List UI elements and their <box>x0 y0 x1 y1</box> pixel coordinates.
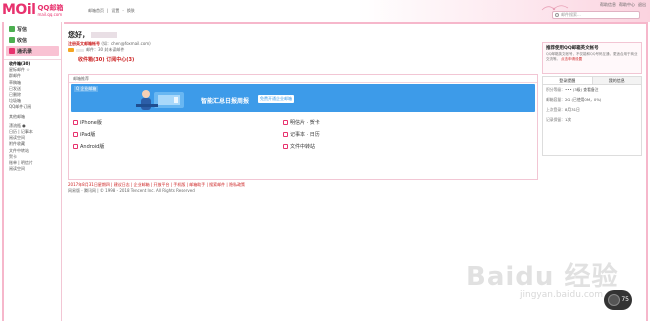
user-name-redacted <box>91 32 117 38</box>
inbox-icon <box>9 37 15 43</box>
folder-icon <box>283 144 288 149</box>
qq-mail-window: MOil QQ邮箱 mail.qq.com 邮箱首页 | 设置 - 换肤 帮助信… <box>0 0 650 321</box>
contacts-icon <box>9 48 15 54</box>
ipad-icon <box>73 132 78 137</box>
speed-icon <box>608 294 620 306</box>
banner-cta-button[interactable]: 免费开通企业邮箱 <box>258 95 294 103</box>
quota-line: 邮件：30 封未读邮件 <box>68 47 124 53</box>
tab-my-info[interactable]: 我的信息 <box>592 77 641 85</box>
logo-domain: mail.qq.com <box>37 11 63 17</box>
promo-banner[interactable]: Q 企业邮箱 智能汇总日报周报 免费开通企业邮箱 <box>71 84 535 112</box>
receive-button[interactable]: 收信 <box>6 35 59 45</box>
nav-home[interactable]: 邮箱首页 <box>88 8 104 14</box>
logo-text: QQ邮箱 <box>37 3 64 12</box>
footer-copyright: 网易版 - 腾讯网 | © 1998 - 2018 Tencent Inc. A… <box>68 188 195 193</box>
android-icon <box>73 144 78 149</box>
notice-body: QQ邮箱英文帐号，不仅能和QQ号码互通，更适合用于商业交流等。 <box>546 52 638 61</box>
link-help-center[interactable]: 帮助中心 <box>619 2 635 8</box>
info-row-last-login: 上次登录：8月31日 <box>546 107 580 112</box>
notebook-link[interactable]: 记事本 · 日历 <box>283 131 320 138</box>
footer: 2017年8月31日星期四 | 建议日志 | 企业邮箱 | 开放平台 | 手机版… <box>68 182 245 194</box>
android-app-link[interactable]: Android版 <box>73 143 104 150</box>
info-row-level: 积分等级：••• (3级) 查看备注 <box>546 87 599 92</box>
info-tabs: 登录提醒 我的信息 <box>543 77 641 85</box>
notice-title: 推荐使用QQ邮箱英文帐号 <box>546 46 599 51</box>
watermark: Baidu 经验 <box>466 262 619 292</box>
nav-settings[interactable]: 设置 <box>111 8 119 14</box>
search-icon <box>555 13 559 17</box>
notice-apply-link[interactable]: 点击申请设置 <box>561 57 582 61</box>
enterprise-mail-logo: Q 企业邮箱 <box>74 86 99 92</box>
info-row-capacity: 邮箱容量：2G (已使用0M，0%) <box>546 97 602 102</box>
search-placeholder: 邮件搜索... <box>561 12 581 17</box>
link-logout[interactable]: 退出 <box>638 2 646 8</box>
left-sidebar: 写信 收信 通讯录 收件箱(30) 星标邮件 ☆ 群邮件 草稿箱 已发送 已删除… <box>2 22 62 321</box>
info-row-retention: 记录保留：1次 <box>546 117 572 122</box>
recommend-panel: 邮箱推荐 Q 企业邮箱 智能汇总日报周报 免费开通企业邮箱 iPhone版 iP… <box>68 74 538 180</box>
nav-skin[interactable]: 换肤 <box>127 8 135 14</box>
watermark-url: jingyan.baidu.com <box>520 290 604 300</box>
iphone-icon <box>73 120 78 125</box>
sidebar-actions: 写信 收信 通讯录 <box>4 22 61 60</box>
heart-icon <box>283 120 288 125</box>
tab-login-reminder[interactable]: 登录提醒 <box>543 77 593 85</box>
qq-mail-logo[interactable]: MOil QQ邮箱 mail.qq.com <box>2 2 63 18</box>
sidebar-item-reading-2[interactable]: 阅读空间 <box>9 166 61 172</box>
floating-widget[interactable]: 75 <box>604 290 632 310</box>
file-transfer-link[interactable]: 文件中转站 <box>283 143 315 150</box>
calendar-icon <box>283 132 288 137</box>
logo-mark: MOil <box>2 2 36 18</box>
contacts-button[interactable]: 通讯录 <box>6 46 59 56</box>
iphone-app-link[interactable]: iPhone版 <box>73 119 102 126</box>
register-english-account-link[interactable]: 注册英文邮箱帐号 <box>68 41 100 46</box>
panel-title: 邮箱推荐 <box>69 75 537 83</box>
quota-bar <box>76 48 84 52</box>
link-help-info[interactable]: 帮助信息 <box>600 2 616 8</box>
postcard-link[interactable]: 明信片 · 贺卡 <box>283 119 320 126</box>
info-box: 登录提醒 我的信息 积分等级：••• (3级) 查看备注 邮箱容量：2G (已使… <box>542 76 642 156</box>
person-laptop-illustration-icon <box>136 90 184 110</box>
search-input[interactable]: 邮件搜索... <box>552 11 640 19</box>
folder-list: 收件箱(30) 星标邮件 ☆ 群邮件 草稿箱 已发送 已删除 垃圾箱 QQ邮件订… <box>4 60 61 172</box>
pen-icon <box>9 26 15 32</box>
mail-counts[interactable]: 收件箱(30) 订阅中心(3) <box>78 56 134 63</box>
greeting: 您好， <box>68 30 117 40</box>
top-nav: 邮箱首页 | 设置 - 换肤 <box>88 8 135 14</box>
top-header: MOil QQ邮箱 mail.qq.com 邮箱首页 | 设置 - 换肤 帮助信… <box>0 0 650 22</box>
top-links: 帮助信息 帮助中心 退出 <box>600 2 646 8</box>
notice-box: 推荐使用QQ邮箱英文帐号 QQ邮箱英文帐号，不仅能和QQ号码互通，更适合用于商业… <box>542 42 642 74</box>
ipad-app-link[interactable]: iPad版 <box>73 131 95 138</box>
envelope-icon <box>68 48 74 52</box>
banner-title: 智能汇总日报周报 <box>201 98 250 105</box>
compose-button[interactable]: 写信 <box>6 24 59 34</box>
